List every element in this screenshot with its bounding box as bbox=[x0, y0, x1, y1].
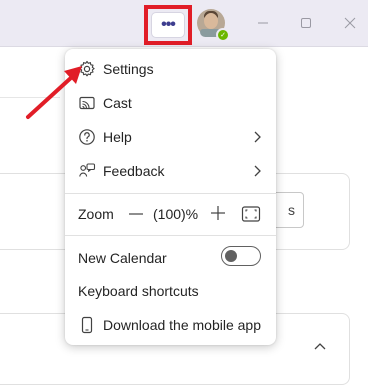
gear-icon bbox=[78, 60, 96, 78]
zoom-label: Zoom bbox=[78, 206, 114, 222]
menu-item-label: Cast bbox=[103, 95, 132, 111]
menu-item-label: Feedback bbox=[103, 163, 165, 179]
menu-item-cast[interactable]: Cast bbox=[65, 86, 276, 120]
fit-screen-icon[interactable] bbox=[241, 205, 261, 223]
zoom-in-icon[interactable] bbox=[210, 205, 226, 221]
new-calendar-label: New Calendar bbox=[78, 250, 167, 266]
zoom-row: Zoom (100)% bbox=[65, 197, 276, 231]
more-options-menu: Settings Cast Help Feedback Zoom (100)% … bbox=[65, 49, 276, 345]
background-divider bbox=[0, 97, 60, 98]
question-circle-icon bbox=[78, 128, 96, 146]
highlight-box: ••• bbox=[144, 5, 192, 45]
feedback-icon bbox=[78, 162, 96, 180]
toggle-knob bbox=[225, 250, 237, 262]
chevron-up-icon[interactable] bbox=[313, 341, 327, 351]
menu-item-settings[interactable]: Settings bbox=[65, 52, 276, 86]
phone-icon bbox=[78, 316, 96, 334]
zoom-out-icon[interactable] bbox=[128, 206, 144, 222]
menu-item-feedback[interactable]: Feedback bbox=[65, 154, 276, 188]
new-calendar-toggle[interactable] bbox=[221, 246, 261, 266]
chevron-right-icon bbox=[254, 165, 261, 177]
title-bar: ••• ✓ bbox=[0, 0, 368, 47]
maximize-icon[interactable] bbox=[296, 13, 316, 33]
avatar[interactable]: ✓ bbox=[197, 9, 230, 42]
menu-item-label: Keyboard shortcuts bbox=[78, 283, 199, 299]
menu-item-download-mobile[interactable]: Download the mobile app bbox=[65, 308, 276, 342]
cast-icon bbox=[78, 94, 96, 112]
menu-item-label: Help bbox=[103, 129, 132, 145]
chevron-right-icon bbox=[254, 131, 261, 143]
close-icon[interactable] bbox=[340, 13, 360, 33]
menu-item-label: Settings bbox=[103, 61, 154, 77]
menu-item-help[interactable]: Help bbox=[65, 120, 276, 154]
menu-divider bbox=[65, 193, 276, 194]
presence-available-icon: ✓ bbox=[216, 28, 230, 42]
menu-item-keyboard-shortcuts[interactable]: Keyboard shortcuts bbox=[65, 274, 276, 308]
zoom-value: (100)% bbox=[153, 206, 199, 222]
menu-divider bbox=[65, 235, 276, 236]
minimize-icon[interactable] bbox=[253, 13, 273, 33]
menu-item-label: Download the mobile app bbox=[103, 317, 261, 333]
avatar-face bbox=[204, 13, 218, 29]
more-options-button[interactable]: ••• bbox=[152, 13, 184, 37]
